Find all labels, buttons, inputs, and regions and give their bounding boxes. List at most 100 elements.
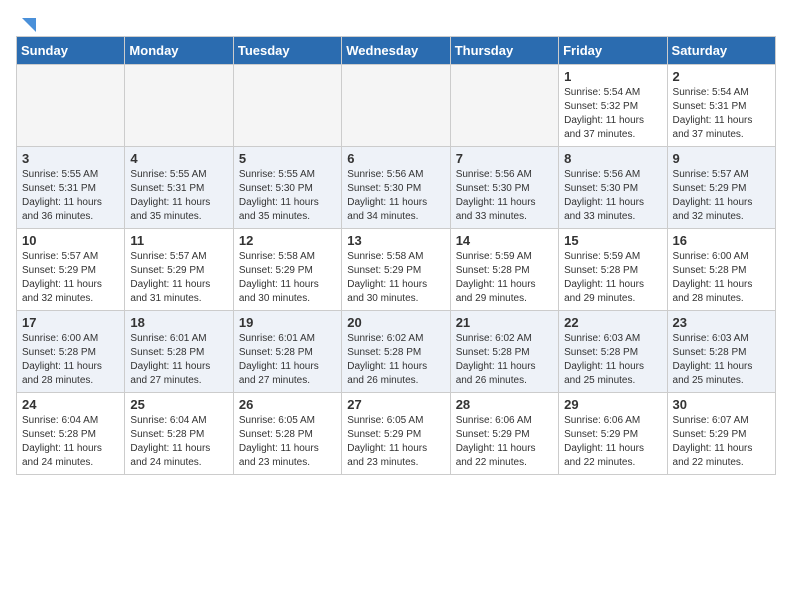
day-number: 5 <box>239 151 336 166</box>
day-number: 14 <box>456 233 553 248</box>
day-info: Sunrise: 6:01 AM Sunset: 5:28 PM Dayligh… <box>130 332 227 388</box>
day-info: Sunrise: 6:04 AM Sunset: 5:28 PM Dayligh… <box>22 414 119 470</box>
day-info: Sunrise: 6:00 AM Sunset: 5:28 PM Dayligh… <box>22 332 119 388</box>
weekday-header-saturday: Saturday <box>667 37 775 65</box>
calendar-cell <box>125 65 233 147</box>
calendar-cell: 16Sunrise: 6:00 AM Sunset: 5:28 PM Dayli… <box>667 229 775 311</box>
day-number: 13 <box>347 233 444 248</box>
day-number: 8 <box>564 151 661 166</box>
calendar-cell: 10 Sunrise: 5:57 AM Sunset: 5:29 PM Dayli… <box>17 229 125 311</box>
calendar-cell: 30Sunrise: 6:07 AM Sunset: 5:29 PM Dayli… <box>667 393 775 475</box>
day-number: 24 <box>22 397 119 412</box>
logo <box>16 16 36 28</box>
day-info: Sunrise: 6:06 AM Sunset: 5:29 PM Dayligh… <box>456 414 553 470</box>
day-number: 17 <box>22 315 119 330</box>
calendar-cell: 19Sunrise: 6:01 AM Sunset: 5:28 PM Dayli… <box>233 311 341 393</box>
day-info: Sunrise: 6:05 AM Sunset: 5:29 PM Dayligh… <box>347 414 444 470</box>
day-info: Sunrise: 5:59 AM Sunset: 5:28 PM Dayligh… <box>564 250 661 306</box>
calendar-cell: 12Sunrise: 5:58 AM Sunset: 5:29 PM Dayli… <box>233 229 341 311</box>
calendar-cell: 1 Sunrise: 5:54 AM Sunset: 5:32 PM Daylig… <box>559 65 667 147</box>
day-number: 21 <box>456 315 553 330</box>
day-info: Sunrise: 5:55 AM Sunset: 5:31 PM Dayligh… <box>130 168 227 224</box>
day-info: Sunrise: 6:06 AM Sunset: 5:29 PM Dayligh… <box>564 414 661 470</box>
calendar-cell: 2 Sunrise: 5:54 AM Sunset: 5:31 PM Daylig… <box>667 65 775 147</box>
calendar-cell <box>450 65 558 147</box>
day-info: Sunrise: 5:57 AM Sunset: 5:29 PM Dayligh… <box>130 250 227 306</box>
calendar-cell: 27 Sunrise: 6:05 AM Sunset: 5:29 PM Dayli… <box>342 393 450 475</box>
calendar-cell: 18 Sunrise: 6:01 AM Sunset: 5:28 PM Dayli… <box>125 311 233 393</box>
weekday-header-tuesday: Tuesday <box>233 37 341 65</box>
calendar-cell: 20 Sunrise: 6:02 AM Sunset: 5:28 PM Dayli… <box>342 311 450 393</box>
day-number: 11 <box>130 233 227 248</box>
day-number: 1 <box>564 69 661 84</box>
calendar-cell: 8 Sunrise: 5:56 AM Sunset: 5:30 PM Daylig… <box>559 147 667 229</box>
day-number: 19 <box>239 315 336 330</box>
calendar-cell: 15 Sunrise: 5:59 AM Sunset: 5:28 PM Dayli… <box>559 229 667 311</box>
calendar-week-row: 3 Sunrise: 5:55 AM Sunset: 5:31 PM Daylig… <box>17 147 776 229</box>
day-info: Sunrise: 5:54 AM Sunset: 5:31 PM Dayligh… <box>673 86 770 142</box>
calendar-cell: 24 Sunrise: 6:04 AM Sunset: 5:28 PM Dayli… <box>17 393 125 475</box>
calendar-cell: 14 Sunrise: 5:59 AM Sunset: 5:28 PM Dayli… <box>450 229 558 311</box>
calendar-cell: 28 Sunrise: 6:06 AM Sunset: 5:29 PM Dayli… <box>450 393 558 475</box>
day-info: Sunrise: 6:00 AM Sunset: 5:28 PM Dayligh… <box>673 250 770 306</box>
calendar-cell <box>17 65 125 147</box>
calendar-cell: 23 Sunrise: 6:03 AM Sunset: 5:28 PM Dayli… <box>667 311 775 393</box>
calendar-cell: 25 Sunrise: 6:04 AM Sunset: 5:28 PM Dayli… <box>125 393 233 475</box>
day-number: 10 <box>22 233 119 248</box>
day-number: 7 <box>456 151 553 166</box>
calendar-week-row: 17 Sunrise: 6:00 AM Sunset: 5:28 PM Dayli… <box>17 311 776 393</box>
calendar-cell <box>233 65 341 147</box>
day-number: 29 <box>564 397 661 412</box>
calendar-cell: 6 Sunrise: 5:56 AM Sunset: 5:30 PM Daylig… <box>342 147 450 229</box>
day-info: Sunrise: 6:04 AM Sunset: 5:28 PM Dayligh… <box>130 414 227 470</box>
day-info: Sunrise: 5:56 AM Sunset: 5:30 PM Dayligh… <box>347 168 444 224</box>
calendar-cell <box>342 65 450 147</box>
day-info: Sunrise: 5:57 AM Sunset: 5:29 PM Dayligh… <box>22 250 119 306</box>
day-number: 3 <box>22 151 119 166</box>
day-info: Sunrise: 5:55 AM Sunset: 5:30 PM Dayligh… <box>239 168 336 224</box>
day-number: 9 <box>673 151 770 166</box>
calendar-cell: 7Sunrise: 5:56 AM Sunset: 5:30 PM Daylig… <box>450 147 558 229</box>
day-number: 25 <box>130 397 227 412</box>
day-number: 23 <box>673 315 770 330</box>
day-number: 20 <box>347 315 444 330</box>
day-info: Sunrise: 6:02 AM Sunset: 5:28 PM Dayligh… <box>456 332 553 388</box>
calendar-cell: 29 Sunrise: 6:06 AM Sunset: 5:29 PM Dayli… <box>559 393 667 475</box>
day-info: Sunrise: 5:59 AM Sunset: 5:28 PM Dayligh… <box>456 250 553 306</box>
day-number: 12 <box>239 233 336 248</box>
day-number: 6 <box>347 151 444 166</box>
calendar-cell: 22 Sunrise: 6:03 AM Sunset: 5:28 PM Dayli… <box>559 311 667 393</box>
day-number: 22 <box>564 315 661 330</box>
day-info: Sunrise: 6:03 AM Sunset: 5:28 PM Dayligh… <box>673 332 770 388</box>
day-info: Sunrise: 5:57 AM Sunset: 5:29 PM Dayligh… <box>673 168 770 224</box>
calendar-cell: 17 Sunrise: 6:00 AM Sunset: 5:28 PM Dayli… <box>17 311 125 393</box>
page-header <box>16 16 776 28</box>
day-info: Sunrise: 6:03 AM Sunset: 5:28 PM Dayligh… <box>564 332 661 388</box>
day-info: Sunrise: 6:05 AM Sunset: 5:28 PM Dayligh… <box>239 414 336 470</box>
calendar-week-row: 24 Sunrise: 6:04 AM Sunset: 5:28 PM Dayli… <box>17 393 776 475</box>
calendar-cell: 21 Sunrise: 6:02 AM Sunset: 5:28 PM Dayli… <box>450 311 558 393</box>
day-number: 28 <box>456 397 553 412</box>
weekday-header-monday: Monday <box>125 37 233 65</box>
calendar-cell: 3 Sunrise: 5:55 AM Sunset: 5:31 PM Daylig… <box>17 147 125 229</box>
weekday-header-thursday: Thursday <box>450 37 558 65</box>
logo-triangle-icon <box>18 16 36 34</box>
day-info: Sunrise: 5:56 AM Sunset: 5:30 PM Dayligh… <box>564 168 661 224</box>
day-number: 26 <box>239 397 336 412</box>
day-info: Sunrise: 5:54 AM Sunset: 5:32 PM Dayligh… <box>564 86 661 142</box>
weekday-header-sunday: Sunday <box>17 37 125 65</box>
calendar-table: SundayMondayTuesdayWednesdayThursdayFrid… <box>16 36 776 475</box>
calendar-week-row: 10 Sunrise: 5:57 AM Sunset: 5:29 PM Dayli… <box>17 229 776 311</box>
day-number: 2 <box>673 69 770 84</box>
calendar-cell: 26 Sunrise: 6:05 AM Sunset: 5:28 PM Dayli… <box>233 393 341 475</box>
day-number: 30 <box>673 397 770 412</box>
calendar-cell: 4 Sunrise: 5:55 AM Sunset: 5:31 PM Daylig… <box>125 147 233 229</box>
day-number: 27 <box>347 397 444 412</box>
day-number: 18 <box>130 315 227 330</box>
weekday-header-row: SundayMondayTuesdayWednesdayThursdayFrid… <box>17 37 776 65</box>
day-info: Sunrise: 5:55 AM Sunset: 5:31 PM Dayligh… <box>22 168 119 224</box>
day-info: Sunrise: 6:02 AM Sunset: 5:28 PM Dayligh… <box>347 332 444 388</box>
day-number: 15 <box>564 233 661 248</box>
day-number: 4 <box>130 151 227 166</box>
calendar-cell: 5 Sunrise: 5:55 AM Sunset: 5:30 PM Daylig… <box>233 147 341 229</box>
